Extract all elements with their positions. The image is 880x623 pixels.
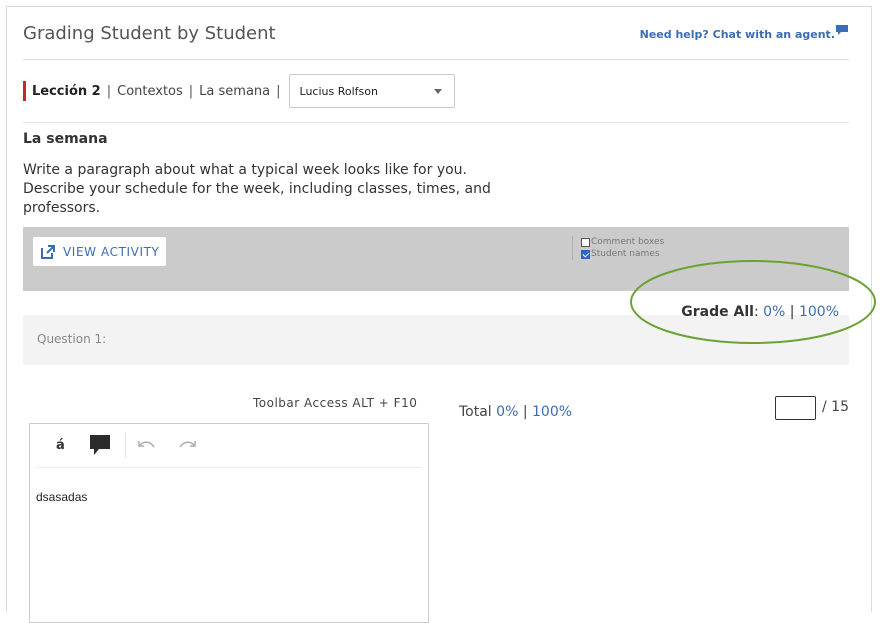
divider [23, 59, 849, 60]
breadcrumb-activity: La semana [199, 83, 271, 99]
toolbar-access-hint: Toolbar Access ALT + F10 [253, 396, 418, 410]
display-options: Comment boxes Student names [572, 236, 664, 260]
grade-all-zero-link[interactable]: 0% [763, 304, 785, 320]
grade-all-colon: : [753, 304, 759, 320]
grading-panel: Grading Student by Student Need help? Ch… [6, 6, 872, 623]
chat-agent-link[interactable]: Need help? Chat with an agent. [640, 28, 835, 41]
grade-all-full-link[interactable]: 100% [799, 304, 839, 320]
breadcrumb-separator: | [106, 83, 112, 99]
view-activity-label: VIEW ACTIVITY [63, 244, 160, 259]
lesson-marker [23, 81, 26, 101]
breadcrumb-separator: | [276, 83, 281, 99]
comment-boxes-option[interactable]: Comment boxes [581, 236, 664, 248]
activity-title: La semana [23, 131, 108, 147]
student-names-label: Student names [591, 249, 660, 259]
student-names-option[interactable]: Student names [581, 248, 664, 260]
comment-boxes-checkbox[interactable] [581, 237, 590, 247]
student-select[interactable]: Lucius Rolfson [288, 74, 455, 108]
activity-prompt: Write a paragraph about what a typical w… [23, 162, 491, 216]
score-input[interactable] [775, 396, 816, 420]
breadcrumb-lesson: Lección 2 [32, 83, 101, 99]
redo-icon[interactable] [178, 439, 196, 451]
question-header: Question 1: [23, 315, 849, 365]
student-names-checkbox[interactable] [581, 249, 590, 259]
editor-toolbar: á [30, 424, 428, 468]
editor-content[interactable]: dsasadas [36, 490, 87, 504]
comment-flag-icon[interactable] [835, 24, 849, 36]
breadcrumb-separator: | [188, 83, 194, 99]
grade-all-separator: | [789, 304, 795, 320]
comment-boxes-label: Comment boxes [591, 237, 665, 247]
undo-icon[interactable] [138, 439, 156, 451]
breadcrumb: Lección 2 | Contextos | La semana | Luci… [23, 73, 455, 109]
total-full-link[interactable]: 100% [532, 404, 572, 420]
question-label: Question 1: [37, 332, 107, 346]
external-link-icon [41, 244, 55, 259]
total-separator: | [522, 404, 528, 420]
grade-all: Grade All: 0% | 100% [681, 304, 839, 320]
question-total: Total 0% | 100% [459, 404, 572, 420]
total-zero-link[interactable]: 0% [496, 404, 518, 420]
student-select-value: Lucius Rolfson [299, 84, 378, 98]
comment-icon[interactable] [88, 434, 112, 456]
breadcrumb-section: Contextos [117, 83, 183, 99]
caret-down-icon [433, 88, 442, 94]
divider [23, 122, 849, 123]
total-label: Total [459, 404, 492, 420]
activity-toolbar: VIEW ACTIVITY Comment boxes Student name… [23, 227, 849, 291]
view-activity-button[interactable]: VIEW ACTIVITY [33, 237, 166, 266]
toolbar-divider [36, 467, 422, 468]
grade-all-label: Grade All [681, 304, 754, 320]
score-max: / 15 [822, 399, 849, 415]
page-title: Grading Student by Student [23, 23, 276, 44]
accent-button[interactable]: á [56, 438, 65, 453]
comment-editor[interactable]: á dsasadas [29, 423, 429, 623]
toolbar-divider [125, 433, 126, 458]
